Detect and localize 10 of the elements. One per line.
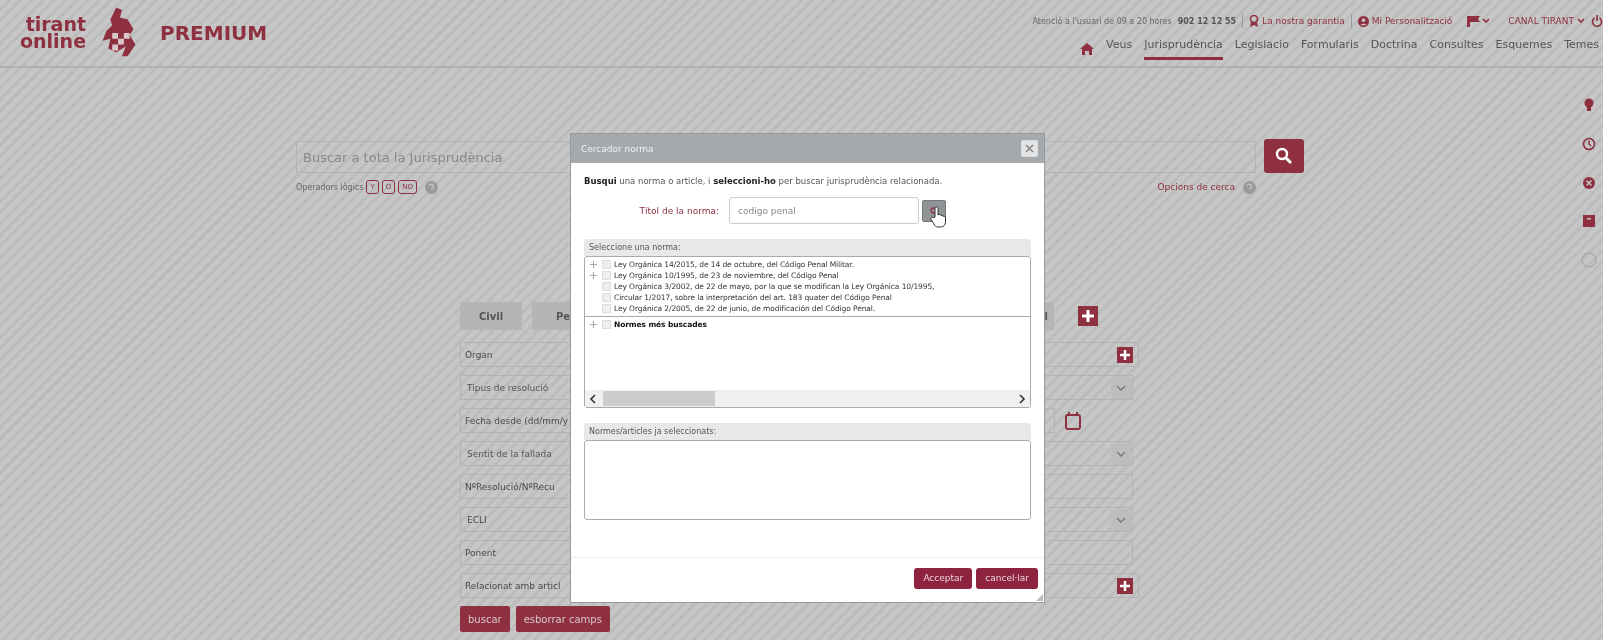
section-heading: Normes/articles ja seleccionats:: [584, 423, 1031, 440]
logo-text: tirant online: [20, 16, 87, 50]
dialog-title: Cercador norma: [581, 143, 654, 154]
instruction-text: Busqui una norma o article, i seleccioni-ho per buscar jurisprudència relacionada.: [584, 176, 944, 186]
field-label: Títol de la norma:: [638, 205, 720, 216]
phone-number: 902 12 12 55: [1177, 16, 1237, 26]
support-hours-text: Atenció a l'usuari de 09 a 20 hores: [1032, 16, 1172, 26]
section-heading: Seleccione una norma:: [584, 239, 1031, 256]
edition-label: PREMIUM: [160, 21, 268, 45]
operators-label: Operadors lògics: [296, 182, 364, 192]
